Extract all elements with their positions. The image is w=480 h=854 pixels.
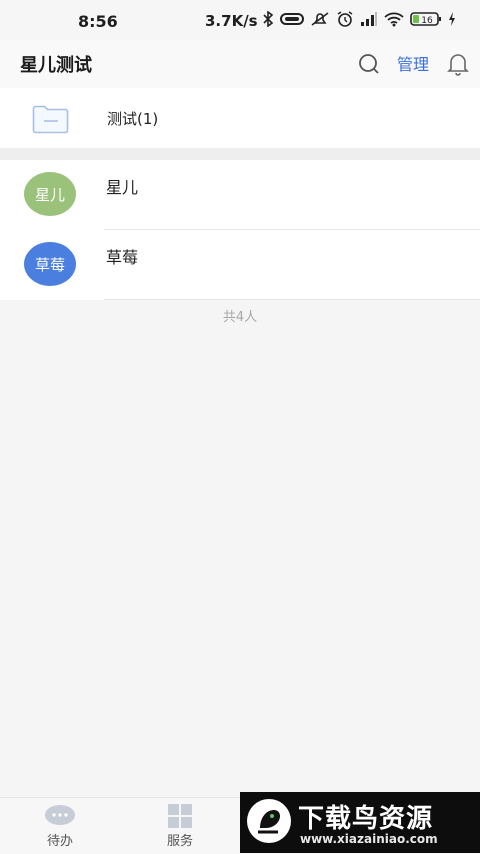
tab-todo[interactable]: 待办 (30, 804, 90, 849)
list-item[interactable]: 星儿 星儿 (0, 160, 480, 230)
search-icon[interactable] (357, 52, 381, 76)
alarm-icon (337, 11, 353, 27)
folder-label: 测试(1) (107, 110, 159, 128)
cellular-signal-icon (361, 12, 377, 26)
link-icon (280, 13, 304, 25)
member-count: 共4人 (222, 310, 258, 325)
svg-text:16: 16 (421, 16, 433, 26)
manage-button[interactable]: 管理 (397, 51, 429, 75)
watermark-text: 下载鸟资源 (298, 804, 434, 834)
folder-icon (32, 105, 69, 134)
tab-label: 服务 (166, 834, 193, 849)
section-divider (0, 148, 480, 160)
bird-logo-icon (247, 799, 291, 843)
tab-services[interactable]: 服务 (150, 804, 210, 849)
watermark-url: www.xiazainiao.com (300, 832, 438, 846)
list-item[interactable]: 草莓 草莓 (0, 230, 480, 300)
watermark-banner: 下载鸟资源 www.xiazainiao.com (240, 792, 480, 853)
network-speed: 3.7K/s (205, 12, 258, 30)
member-name: 星儿 (106, 178, 139, 197)
status-bar: 8:56 3.7K/s 16 (0, 0, 480, 40)
top-header: 星儿测试 管理 (0, 40, 480, 88)
bluetooth-icon (263, 11, 274, 27)
member-name: 草莓 (106, 248, 139, 267)
avatar: 星儿 (24, 172, 76, 216)
chat-bubble-icon (45, 805, 75, 825)
bell-icon[interactable] (446, 51, 470, 77)
battery-icon: 16 (410, 12, 441, 26)
row-divider (104, 299, 480, 300)
folder-row[interactable]: 测试(1) (0, 88, 480, 148)
wifi-icon (384, 12, 404, 27)
grid-icon (168, 804, 192, 828)
tab-label: 待办 (46, 834, 73, 849)
avatar: 草莓 (24, 242, 76, 286)
status-icons: 16 (262, 11, 456, 27)
page-title: 星儿测试 (20, 55, 92, 76)
status-time: 8:56 (78, 12, 118, 31)
muted-bell-icon (311, 12, 329, 26)
charging-icon (449, 12, 455, 26)
